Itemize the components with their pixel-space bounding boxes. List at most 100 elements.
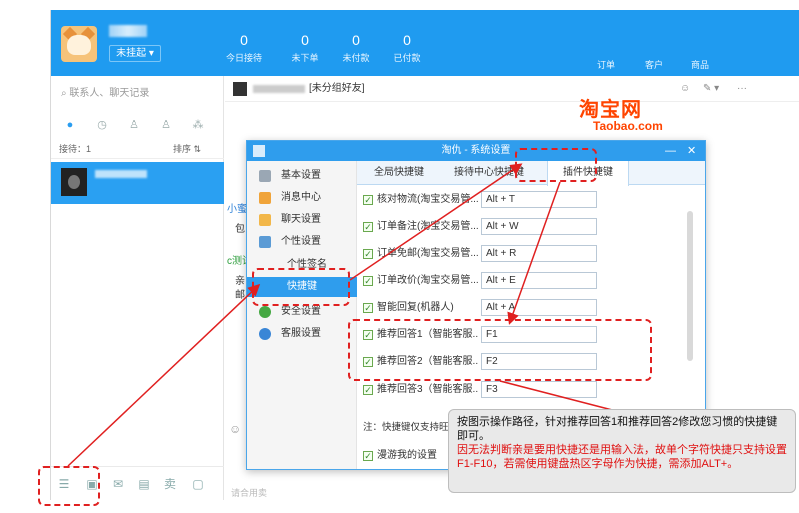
search-placeholder: 联系人、聊天记录 bbox=[69, 88, 150, 99]
nav-label: 聊天设置 bbox=[281, 214, 321, 225]
hotkey-checkbox[interactable]: ✓ bbox=[363, 195, 373, 205]
taobao-logo-cn: 淘宝网 bbox=[579, 97, 642, 121]
org-icon[interactable]: ⁂ bbox=[191, 118, 205, 132]
minimize-icon[interactable]: — bbox=[665, 141, 676, 161]
hotkey-field[interactable]: Alt + W bbox=[481, 218, 597, 235]
chat-icon bbox=[259, 214, 271, 226]
nav-message-center[interactable]: 消息中心 bbox=[247, 187, 357, 209]
clock-icon[interactable]: ◷ bbox=[95, 118, 109, 132]
nav-chat-settings[interactable]: 聊天设置 bbox=[247, 209, 357, 231]
hotkey-field[interactable]: F3 bbox=[481, 381, 597, 398]
contact-name-blurred bbox=[95, 170, 147, 178]
stat-unpaid[interactable]: 0 未付款 bbox=[331, 32, 381, 65]
group-tag: [未分组好友] bbox=[309, 83, 365, 94]
roaming-label: 漫游我的设置 bbox=[377, 450, 437, 461]
status-dropdown[interactable]: 未挂起 ▾ bbox=[109, 45, 161, 62]
contact-icon[interactable]: ♙ bbox=[127, 118, 141, 132]
hotkey-field[interactable]: Alt + R bbox=[481, 245, 597, 262]
highlight-hotkey-nav bbox=[252, 268, 350, 306]
callout-instruction: 按图示操作路径，针对推荐回答1和推荐回答2修改您习惯的快捷键即可。 bbox=[457, 416, 778, 442]
service-icon bbox=[259, 328, 271, 340]
hotkey-checkbox[interactable]: ✓ bbox=[363, 303, 373, 313]
contact-avatar bbox=[61, 168, 87, 196]
nav-label: 客服设置 bbox=[281, 328, 321, 339]
stat-no-order[interactable]: 0 未下单 bbox=[280, 32, 330, 65]
hotkey-field[interactable]: Alt + A bbox=[481, 299, 597, 316]
stat-label: 今日接待 bbox=[225, 53, 262, 63]
contact-search-input[interactable]: ⌕ 联系人、聊天记录 bbox=[61, 85, 216, 103]
group-icon[interactable]: ♙ bbox=[159, 118, 173, 132]
stat-number: 0 bbox=[301, 32, 309, 48]
sell-icon[interactable]: 卖 bbox=[163, 477, 177, 491]
chat-icon[interactable]: ● bbox=[63, 118, 77, 132]
hotkey-row: ✓ 订单改价(淘宝交易管... Alt + E bbox=[363, 272, 603, 290]
hotkey-note: 注：快捷键仅支持旺旺 bbox=[363, 422, 459, 433]
highlight-menu-button bbox=[38, 466, 100, 506]
reception-count: 接待：1 bbox=[59, 144, 92, 154]
hotkey-field[interactable]: Alt + T bbox=[481, 191, 597, 208]
mail-icon[interactable]: ✉ bbox=[111, 477, 125, 491]
top-bar: 未挂起 ▾ 0 今日接待 0 未下单 0 未付款 0 已付款 订单 客户 商品 bbox=[51, 10, 799, 76]
link-customers[interactable]: 客户 bbox=[645, 58, 663, 71]
nav-label: 基本设置 bbox=[281, 170, 321, 181]
stat-label: 未付款 bbox=[342, 53, 370, 63]
stat-number: 0 bbox=[240, 32, 248, 48]
dialog-title: 淘仇 - 系统设置 bbox=[441, 145, 511, 156]
hotkey-checkbox[interactable]: ✓ bbox=[363, 249, 373, 259]
user-icon bbox=[259, 236, 271, 248]
mail-icon bbox=[259, 192, 271, 204]
hotkey-row: ✓ 推荐回答3（智能客服... F3 bbox=[363, 381, 603, 399]
hotkey-row: ✓ 智能回复(机器人) Alt + A bbox=[363, 299, 603, 317]
hotkey-checkbox[interactable]: ✓ bbox=[363, 222, 373, 232]
chat-name-blurred bbox=[253, 85, 305, 93]
more-icon[interactable]: ··· bbox=[737, 76, 747, 102]
tab-global-hotkeys[interactable]: 全局快捷键 bbox=[367, 161, 431, 185]
contact-sidebar: ⌕ 联系人、聊天记录 ● ◷ ♙ ♙ ⁂ 接待：1 排序 ⇅ ☰ ▣ ✉ ▤ 卖… bbox=[51, 76, 224, 500]
shield-icon bbox=[259, 306, 271, 318]
emoji-icon[interactable]: ☺ bbox=[229, 422, 241, 436]
roaming-checkbox[interactable]: ✓ bbox=[363, 451, 373, 461]
link-products[interactable]: 商品 bbox=[691, 58, 709, 71]
hotkey-checkbox[interactable]: ✓ bbox=[363, 276, 373, 286]
window-icon[interactable]: ▢ bbox=[191, 477, 205, 491]
chat-header: [未分组好友] ☺ ✎ ▾ ··· bbox=[225, 76, 799, 102]
stat-label: 已付款 bbox=[393, 53, 421, 63]
highlight-plugin-tab bbox=[515, 148, 597, 182]
sort-label: 排序 bbox=[173, 144, 192, 154]
hotkey-label: 核对物流(淘宝交易管... bbox=[377, 194, 479, 205]
sort-button[interactable]: 排序 ⇅ bbox=[173, 139, 201, 159]
nav-personal-settings[interactable]: 个性设置 bbox=[247, 231, 357, 253]
hotkey-field[interactable]: Alt + E bbox=[481, 272, 597, 289]
search-icon: ⌕ bbox=[61, 88, 67, 99]
hotkey-label: 智能回复(机器人) bbox=[377, 302, 454, 313]
nav-label: 个性设置 bbox=[281, 236, 321, 247]
edit-icon[interactable]: ✎ ▾ bbox=[703, 76, 719, 102]
hotkey-row: ✓ 订单免邮(淘宝交易管... Alt + R bbox=[363, 245, 603, 263]
stat-paid[interactable]: 0 已付款 bbox=[382, 32, 432, 65]
chat-fragment: 邮 bbox=[235, 290, 245, 301]
emoji-status-icon[interactable]: ☺ bbox=[680, 76, 690, 102]
hotkey-label: 订单改价(淘宝交易管... bbox=[377, 275, 479, 286]
nav-basic-settings[interactable]: 基本设置 bbox=[247, 165, 357, 187]
chat-input[interactable]: 请合用卖 bbox=[231, 486, 267, 499]
chat-fragment: 包 bbox=[235, 224, 245, 235]
link-orders[interactable]: 订单 bbox=[597, 58, 615, 71]
nav-service-settings[interactable]: 客服设置 bbox=[247, 323, 357, 345]
hotkey-label: 订单备注(淘宝交易管... bbox=[377, 221, 479, 232]
stat-number: 0 bbox=[352, 32, 360, 48]
user-avatar[interactable] bbox=[61, 26, 97, 62]
username-blurred bbox=[109, 25, 147, 37]
stat-label: 未下单 bbox=[291, 53, 319, 63]
instruction-callout: 按图示操作路径，针对推荐回答1和推荐回答2修改您习惯的快捷键即可。 因无法判断亲… bbox=[448, 409, 796, 493]
taobao-logo: 淘宝网 Taobao.com bbox=[579, 93, 669, 133]
dialog-scrollbar[interactable] bbox=[687, 211, 693, 361]
chat-fragment: 亲 bbox=[235, 276, 245, 287]
hotkey-checkbox[interactable]: ✓ bbox=[363, 385, 373, 395]
close-icon[interactable]: ✕ bbox=[687, 141, 696, 161]
stat-today[interactable]: 0 今日接待 bbox=[219, 32, 269, 65]
contact-item-active[interactable] bbox=[51, 162, 224, 204]
nav-label: 消息中心 bbox=[281, 192, 321, 203]
card-icon[interactable]: ▤ bbox=[137, 477, 151, 491]
dialog-title-bar: 淘仇 - 系统设置 — ✕ bbox=[247, 141, 705, 161]
hotkey-row: ✓ 核对物流(淘宝交易管... Alt + T bbox=[363, 191, 603, 209]
